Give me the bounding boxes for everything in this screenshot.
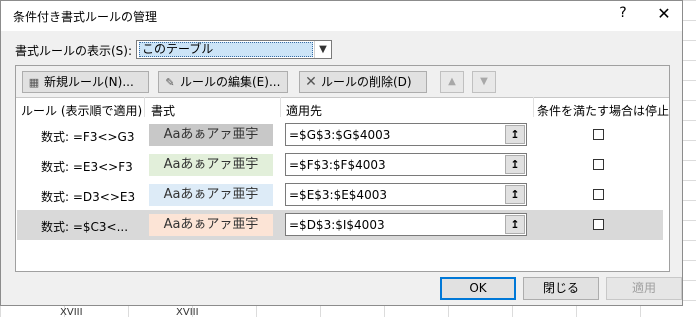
rule-formula: 数式: =D3<>E3 (41, 190, 136, 204)
help-button[interactable]: ? (613, 5, 633, 21)
chevron-down-icon[interactable]: ▼ (314, 41, 331, 58)
applies-to-field[interactable]: =$E$3:$E$4003 ↥ (285, 183, 527, 206)
format-preview: Aaあぁアァ亜宇 (149, 214, 273, 236)
column-divider (144, 97, 145, 117)
column-header-stop-if-true: 条件を満たす場合は停止 (537, 104, 670, 118)
collapse-range-icon[interactable]: ↥ (505, 155, 525, 174)
show-rules-dropdown[interactable]: このテーブル ▼ (136, 40, 332, 59)
rule-row[interactable]: 数式: =$C3<... Aaあぁアァ亜宇 =$D$3:$I$4003 ↥ (17, 210, 663, 240)
new-rule-icon: ▦ (28, 76, 40, 89)
collapse-range-icon[interactable]: ↥ (505, 125, 525, 144)
column-header-applies-to: 適用先 (286, 104, 323, 118)
column-header-format: 書式 (151, 104, 176, 118)
move-up-button[interactable]: ▲ (440, 71, 464, 93)
rule-row[interactable]: 数式: =F3<>G3 Aaあぁアァ亜宇 =$G$3:$G$4003 ↥ (17, 120, 663, 150)
ok-button[interactable]: OK (440, 277, 516, 300)
collapse-range-icon[interactable]: ↥ (505, 185, 525, 204)
column-divider (533, 97, 534, 117)
collapse-range-icon[interactable]: ↥ (505, 215, 525, 234)
applies-to-field[interactable]: =$F$3:$F$4003 ↥ (285, 153, 527, 176)
new-rule-button[interactable]: ▦ 新規ルール(N)... (22, 71, 149, 93)
show-rules-label: 書式ルールの表示(S): (15, 44, 133, 58)
background-cell: XVIII (60, 307, 83, 318)
rules-toolbar: ▦ 新規ルール(N)... ✎ ルールの編集(E)... ✕ ルールの削除(D) ▲ … (16, 66, 669, 98)
rules-panel: ▦ 新規ルール(N)... ✎ ルールの編集(E)... ✕ ルールの削除(D) ▲ … (15, 65, 670, 272)
delete-x-icon: ✕ (305, 74, 317, 90)
applies-to-value: =$E$3:$E$4003 (289, 188, 387, 202)
move-down-button[interactable]: ▼ (472, 71, 496, 93)
background-cell: XVIII (176, 307, 199, 318)
title-bar: 条件付き書式ルールの管理 ? ✕ (1, 1, 682, 31)
column-divider (280, 97, 281, 117)
applies-to-field[interactable]: =$D$3:$I$4003 ↥ (285, 213, 527, 236)
rule-formula: 数式: =F3<>G3 (41, 130, 135, 144)
format-preview: Aaあぁアァ亜宇 (149, 124, 273, 146)
rule-row[interactable]: 数式: =D3<>E3 Aaあぁアァ亜宇 =$E$3:$E$4003 ↥ (17, 180, 663, 210)
delete-rule-button[interactable]: ✕ ルールの削除(D) (299, 71, 427, 93)
format-preview: Aaあぁアァ亜宇 (149, 184, 273, 206)
applies-to-field[interactable]: =$G$3:$G$4003 ↥ (285, 123, 527, 146)
edit-rule-button[interactable]: ✎ ルールの編集(E)... (158, 71, 288, 93)
rule-formula: 数式: =E3<>F3 (41, 160, 133, 174)
edit-rule-icon: ✎ (165, 76, 175, 89)
rule-row[interactable]: 数式: =E3<>F3 Aaあぁアァ亜宇 =$F$3:$F$4003 ↥ (17, 150, 663, 180)
close-button[interactable]: 閉じる (523, 277, 599, 300)
close-icon[interactable]: ✕ (654, 4, 674, 23)
stop-if-true-checkbox[interactable] (593, 219, 604, 230)
stop-if-true-checkbox[interactable] (593, 129, 604, 140)
applies-to-value: =$F$3:$F$4003 (289, 158, 386, 172)
dialog-title: 条件付き書式ルールの管理 (13, 10, 158, 24)
stop-if-true-checkbox[interactable] (593, 159, 604, 170)
applies-to-value: =$G$3:$G$4003 (289, 128, 391, 142)
rule-formula: 数式: =$C3<... (41, 220, 129, 234)
applies-to-value: =$D$3:$I$4003 (289, 218, 385, 232)
conditional-format-manager-dialog: 条件付き書式ルールの管理 ? ✕ 書式ルールの表示(S): このテーブル ▼ ▦… (0, 0, 683, 306)
show-rules-value: このテーブル (139, 42, 313, 57)
format-preview: Aaあぁアァ亜宇 (149, 154, 273, 176)
column-header-rule: ルール (表示順で適用) (21, 104, 143, 118)
stop-if-true-checkbox[interactable] (593, 189, 604, 200)
apply-button[interactable]: 適用 (606, 277, 682, 300)
